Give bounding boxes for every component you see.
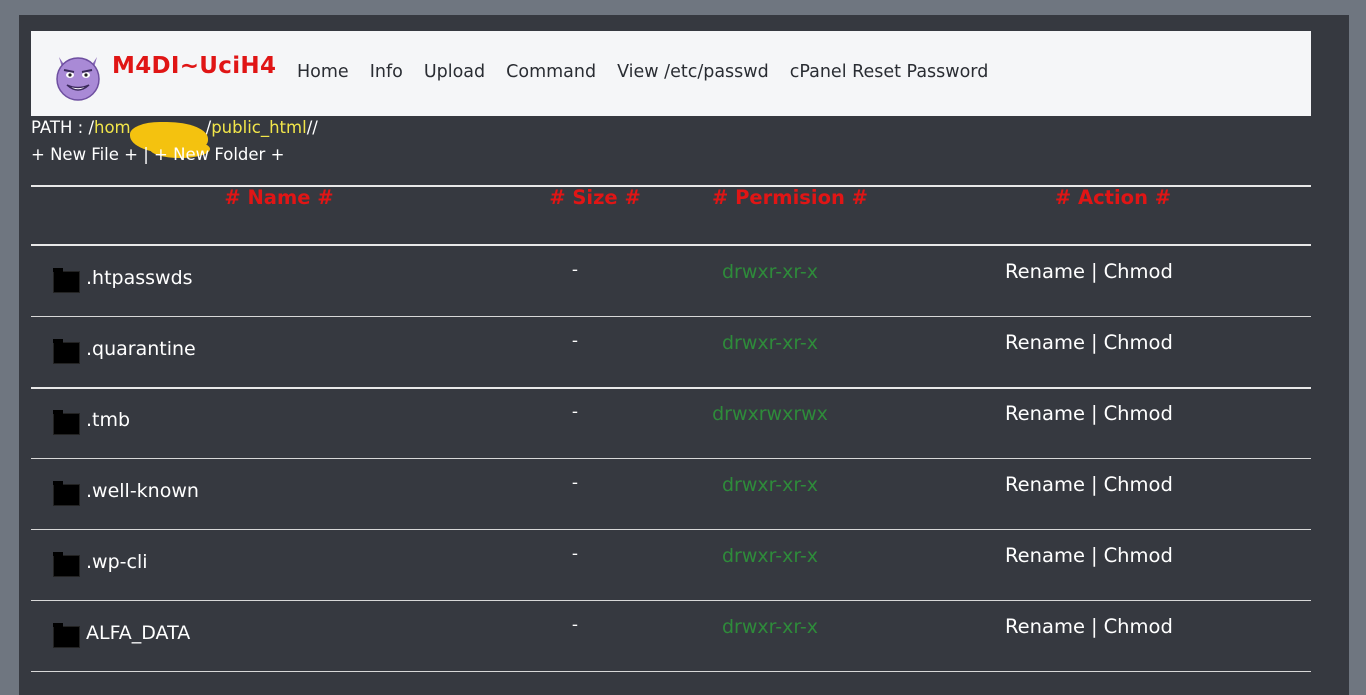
folder-icon xyxy=(53,552,80,577)
nav-menu: Home Info Upload Command View /etc/passw… xyxy=(297,62,988,82)
rename-link[interactable]: Rename xyxy=(1005,615,1085,638)
file-name[interactable]: .quarantine xyxy=(86,338,196,360)
nav-cpanel-reset[interactable]: cPanel Reset Password xyxy=(790,62,989,82)
rename-link[interactable]: Rename xyxy=(1005,544,1085,567)
file-size: - xyxy=(571,615,579,635)
folder-icon xyxy=(53,623,80,648)
file-size: - xyxy=(571,544,579,564)
path-trail: // xyxy=(306,118,318,137)
nav-home[interactable]: Home xyxy=(297,62,349,82)
row-actions: Rename | Chmod xyxy=(1005,615,1173,638)
rename-link[interactable]: Rename xyxy=(1005,402,1085,425)
file-permission[interactable]: drwxr-xr-x xyxy=(722,616,818,638)
row-actions: Rename | Chmod xyxy=(1005,331,1173,354)
row-actions: Rename | Chmod xyxy=(1005,473,1173,496)
row-actions: Rename | Chmod xyxy=(1005,544,1173,567)
file-permission[interactable]: drwxr-xr-x xyxy=(722,545,818,567)
chmod-link[interactable]: Chmod xyxy=(1104,615,1173,638)
action-separator: | xyxy=(1090,544,1098,567)
row-divider xyxy=(31,671,1311,672)
file-permission[interactable]: drwxr-xr-x xyxy=(722,261,818,283)
file-name[interactable]: .tmb xyxy=(86,409,130,431)
chmod-link[interactable]: Chmod xyxy=(1104,260,1173,283)
rename-link[interactable]: Rename xyxy=(1005,331,1085,354)
chmod-link[interactable]: Chmod xyxy=(1104,331,1173,354)
action-separator: | xyxy=(1090,615,1098,638)
rename-link[interactable]: Rename xyxy=(1005,260,1085,283)
file-permission[interactable]: drwxrwxrwx xyxy=(712,403,828,425)
file-size: - xyxy=(571,260,579,280)
path-label: PATH : xyxy=(31,118,89,137)
brand-title[interactable]: M4DI~UciH4 xyxy=(112,53,276,79)
purple-devil-emoji-icon xyxy=(56,57,100,101)
action-separator: | xyxy=(1090,402,1098,425)
file-name[interactable]: .wp-cli xyxy=(86,551,148,573)
file-name[interactable]: ALFA_DATA xyxy=(86,622,190,644)
new-file-link[interactable]: + New File + xyxy=(31,145,138,164)
table-row: .wp-cli - drwxr-xr-x Rename | Chmod xyxy=(31,529,1311,600)
file-name[interactable]: .htpasswds xyxy=(86,267,193,289)
path-segment-public-html[interactable]: public_html xyxy=(211,118,306,137)
folder-icon xyxy=(53,481,80,506)
column-header-permission: # Permision # xyxy=(712,186,868,209)
file-name[interactable]: .well-known xyxy=(86,480,199,502)
navbar: M4DI~UciH4 Home Info Upload Command View… xyxy=(31,31,1311,116)
action-separator: | xyxy=(1090,331,1098,354)
file-permission[interactable]: drwxr-xr-x xyxy=(722,332,818,354)
chmod-link[interactable]: Chmod xyxy=(1104,544,1173,567)
file-size: - xyxy=(571,473,579,493)
table-row: .well-known - drwxr-xr-x Rename | Chmod xyxy=(31,458,1311,529)
rename-link[interactable]: Rename xyxy=(1005,473,1085,496)
column-header-size: # Size # xyxy=(549,186,641,209)
create-actions: + New File + | + New Folder + xyxy=(31,145,284,164)
folder-icon xyxy=(53,410,80,435)
chmod-link[interactable]: Chmod xyxy=(1104,473,1173,496)
row-actions: Rename | Chmod xyxy=(1005,260,1173,283)
nav-command[interactable]: Command xyxy=(506,62,596,82)
nav-upload[interactable]: Upload xyxy=(424,62,485,82)
path-segment-home[interactable]: hom xyxy=(94,118,131,137)
action-separator: | xyxy=(1090,260,1098,283)
nav-view-passwd[interactable]: View /etc/passwd xyxy=(617,62,769,82)
chmod-link[interactable]: Chmod xyxy=(1104,402,1173,425)
nav-info[interactable]: Info xyxy=(370,62,403,82)
row-actions: Rename | Chmod xyxy=(1005,402,1173,425)
table-row: .tmb - drwxrwxrwx Rename | Chmod xyxy=(31,387,1311,458)
create-divider: | xyxy=(137,145,155,164)
column-header-action: # Action # xyxy=(1054,186,1172,209)
new-folder-link[interactable]: + New Folder + xyxy=(154,145,284,164)
file-permission[interactable]: drwxr-xr-x xyxy=(722,474,818,496)
file-size: - xyxy=(571,402,579,422)
action-separator: | xyxy=(1090,473,1098,496)
column-header-name: # Name # xyxy=(224,186,334,209)
table-row: .htpasswds - drwxr-xr-x Rename | Chmod xyxy=(31,245,1311,316)
table-row: ALFA_DATA - drwxr-xr-x Rename | Chmod xyxy=(31,600,1311,671)
folder-icon xyxy=(53,268,80,293)
folder-icon xyxy=(53,339,80,364)
file-size: - xyxy=(571,331,579,351)
table-row: .quarantine - drwxr-xr-x Rename | Chmod xyxy=(31,316,1311,387)
